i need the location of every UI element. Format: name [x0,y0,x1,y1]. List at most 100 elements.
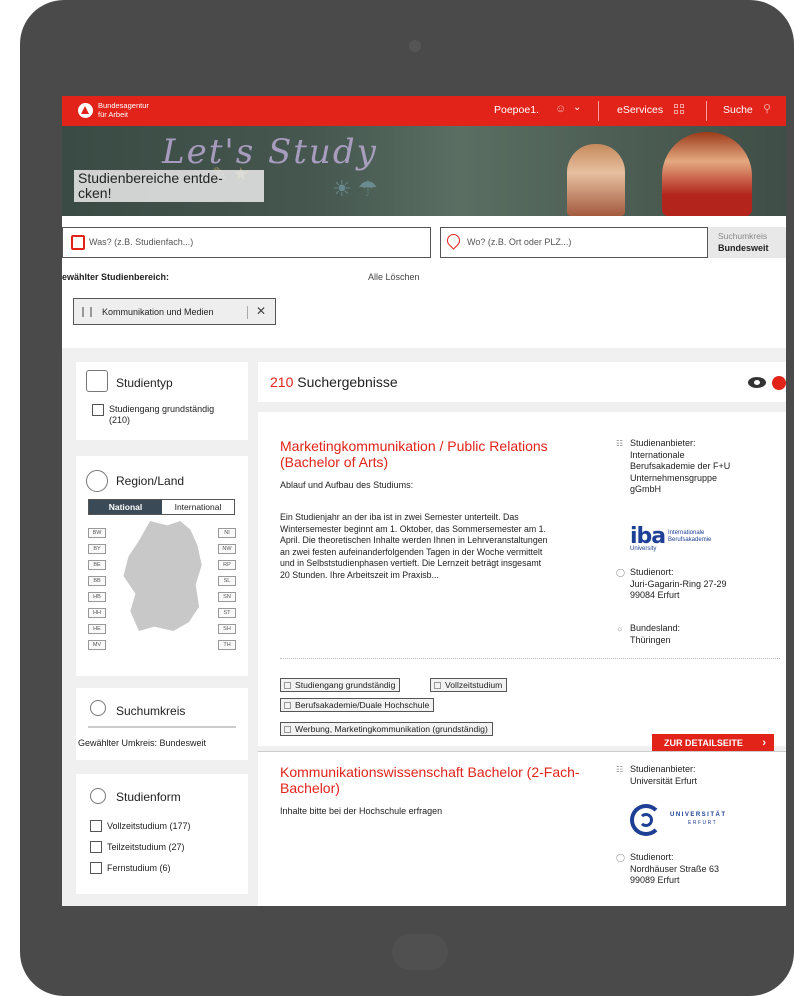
checkbox-teilzeitstudium[interactable] [90,841,102,853]
tag-studienform[interactable]: Vollzeitstudium [430,678,508,692]
state-button-bb[interactable]: BB [88,576,106,586]
grid-icon[interactable] [674,104,686,116]
location-label: Studienort: [630,567,674,577]
state-button-nw[interactable]: NW [218,544,236,554]
state-button-bw[interactable]: BW [88,528,106,538]
tag-studiengang[interactable]: Studiengang grundständig [280,678,401,692]
what-placeholder: Was? (z.B. Studienfach...) [89,237,194,247]
description-line-1: Ein Studienjahr an der iba ist in zwei S… [280,512,519,522]
tag-studienfeld[interactable]: Werbung, Marketingkommunikation (grundst… [280,722,493,736]
iba-logo[interactable]: iba Internationale Berufsakademie Univer… [630,524,720,554]
notification-badge[interactable] [772,376,786,390]
location-info: Studienort: Juri-Gagarin-Ring 27-29 9908… [630,567,770,602]
book-icon [71,235,85,250]
provider-info: Studienanbieter: Internationale Berufsak… [630,438,770,496]
state-button-sh[interactable]: SH [218,624,236,634]
state-button-ni[interactable]: NI [218,528,236,538]
provider-label: Studienanbieter: [630,438,696,448]
location-pin-icon [444,231,463,250]
state-button-hb[interactable]: HB [88,592,106,602]
page-title: Studienbereiche entde- cken! [74,170,264,202]
option-teilzeitstudium: Teilzeitstudium (27) [107,842,185,852]
globe-icon [86,470,108,492]
location-line-1: Nordhäuser Straße 63 [630,863,720,874]
germany-map[interactable] [123,521,202,631]
results-count: 210 Suchergebnisse [270,374,398,390]
close-icon[interactable]: ✕ [256,304,266,318]
agency-logo-icon[interactable] [78,103,93,118]
search-link[interactable]: Suche [723,104,753,116]
location-line-1: Juri-Gagarin-Ring 27-29 [630,578,727,589]
tag-label: Vollzeitstudium [445,680,503,690]
national-international-toggle[interactable]: National International [88,499,235,515]
divider [280,658,780,659]
state-button-th[interactable]: TH [218,640,236,650]
nav-divider [598,101,599,121]
state-button-hh[interactable]: HH [88,608,106,618]
results-count-number: 210 [270,374,294,390]
globe-icon: ☼ [616,624,624,633]
checkbox-fernstudium[interactable] [90,862,102,874]
search-icon[interactable]: ⚲ [763,102,771,115]
provider-name-line-2: Berufsakademie der F+U [630,461,731,471]
user-menu-name[interactable]: Poepoe1. [494,104,539,116]
agency-brand[interactable]: Bundesagentur für Arbeit [98,101,149,119]
radius-select[interactable]: Suchumkreis Bundesweit [708,227,786,258]
eservices-link[interactable]: eServices [617,104,663,116]
where-search-input[interactable]: Wo? (z.B. Ort oder PLZ...) [440,227,708,258]
state-label: Bundesland: [630,623,681,633]
checkbox-studiengang-grundstaendig[interactable] [92,404,104,416]
institution-icon [284,702,291,709]
location-info: Studienort: Nordhäuser Straße 63 99089 E… [630,852,770,887]
home-button[interactable] [392,934,448,970]
description-line-4: an zwei festen aufeinanderfolgenden Tage… [280,546,543,557]
clock-icon [90,788,106,804]
result-subtitle: Ablauf und Aufbau des Studiums: [280,480,414,490]
chip-divider [247,306,248,319]
tag-label: Studiengang grundständig [295,680,396,690]
state-button-mv[interactable]: MV [88,640,106,650]
provider-name-line-4: gGmbH [630,484,662,494]
result-description: Ein Studienjahr an der iba ist in zwei S… [280,512,600,581]
state-button-sl[interactable]: SL [218,576,236,586]
user-icon[interactable]: ☺ [555,103,566,115]
chevron-down-icon[interactable]: ⌄ [573,102,581,113]
hero-banner: Let's Study ✎ ★ ☀ ☂ Studienbereiche entd… [62,126,786,216]
filter-title-suchumkreis: Suchumkreis [116,704,186,718]
option-label-line-1: Studiengang grundständig [109,404,215,414]
state-button-by[interactable]: BY [88,544,106,554]
university-erfurt-logo[interactable]: UNIVERSITÄT ERFURT [630,804,730,838]
institution-icon: ☷ [616,765,624,774]
eye-icon[interactable] [748,377,766,388]
state-button-st[interactable]: ST [218,608,236,618]
state-button-rp[interactable]: RP [218,560,236,570]
radius-slider[interactable] [88,726,236,728]
chip-label: Kommunikation und Medien [102,307,214,317]
result-title[interactable]: Marketingkommunikation / Public Relation… [280,438,580,470]
filter-panel-studienform: Studienform Vollzeitstudium (177) Teilze… [76,774,248,894]
result-title[interactable]: Kommunikationswissenschaft Bachelor (2-F… [280,764,580,796]
toggle-national[interactable]: National [89,500,162,514]
top-navigation-bar: Bundesagentur für Arbeit Poepoe1. ☺ ⌄ eS… [62,96,786,126]
clear-all-button[interactable]: Alle Löschen [368,272,420,282]
location-line-2: 99084 Erfurt [630,590,680,600]
filter-panel-region: Region/Land National International BW BY… [76,456,248,676]
filter-title-region: Region/Land [116,474,185,488]
tag-hochschultyp[interactable]: Berufsakademie/Duale Hochschule [280,698,435,712]
filter-panel-suchumkreis: Suchumkreis Gewählter Umkreis: Bundeswei… [76,688,248,760]
provider-name-line-3: Unternehmensgruppe [630,472,718,483]
toggle-international[interactable]: International [162,500,234,514]
state-button-he[interactable]: HE [88,624,106,634]
logo-subtext-line-2: Berufsakademie [668,537,712,543]
option-vollzeitstudium: Vollzeitstudium (177) [107,821,191,831]
radius-label: Suchumkreis [718,231,768,241]
study-type-icon [86,370,108,392]
selected-field-label: ewählter Studienbereich: [62,272,170,282]
state-button-be[interactable]: BE [88,560,106,570]
what-search-input[interactable]: Was? (z.B. Studienfach...) [62,227,431,258]
checkbox-vollzeitstudium[interactable] [90,820,102,832]
option-fernstudium: Fernstudium (6) [107,863,171,873]
logo-ring-inner [639,813,653,827]
result-card: Kommunikationswissenschaft Bachelor (2-F… [258,751,786,906]
state-button-sn[interactable]: SN [218,592,236,602]
